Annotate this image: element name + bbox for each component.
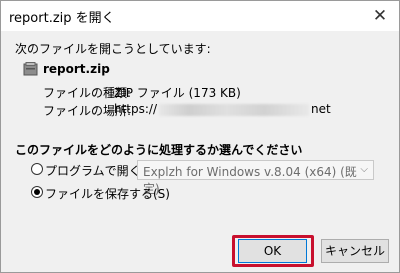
close-icon[interactable]: ✕ bbox=[361, 1, 399, 31]
file-type-value: ZIP ファイル (173 KB) bbox=[114, 86, 241, 100]
file-name: report.zip bbox=[43, 62, 110, 76]
ok-button[interactable]: OK bbox=[238, 239, 307, 263]
file-open-dialog: report.zip を開く ✕ 次のファイルを開こうとしています: repor… bbox=[0, 0, 400, 273]
open-with-radio[interactable] bbox=[31, 163, 43, 175]
location-suffix: net bbox=[311, 102, 331, 116]
action-question: このファイルをどのように処理するか選んでください bbox=[15, 143, 303, 157]
chevron-down-icon: ⌵ bbox=[360, 164, 368, 175]
title-bar: report.zip を開く ✕ bbox=[1, 1, 399, 31]
cancel-button[interactable]: キャンセル bbox=[321, 239, 389, 263]
program-select-value: Explzh for Windows v.8.04 (x64) (既定) bbox=[143, 165, 357, 196]
save-file-radio[interactable] bbox=[31, 186, 43, 198]
prompt-text: 次のファイルを開こうとしています: bbox=[15, 42, 211, 56]
window-title: report.zip を開く bbox=[9, 11, 115, 26]
redacted-blur bbox=[159, 103, 310, 116]
file-icon bbox=[23, 62, 38, 76]
file-location-value: https:// net bbox=[114, 102, 331, 116]
save-file-label[interactable]: ファイルを保存する(S) bbox=[45, 185, 170, 202]
location-prefix: https:// bbox=[114, 102, 158, 116]
program-select[interactable]: Explzh for Windows v.8.04 (x64) (既定) ⌵ bbox=[137, 160, 374, 196]
